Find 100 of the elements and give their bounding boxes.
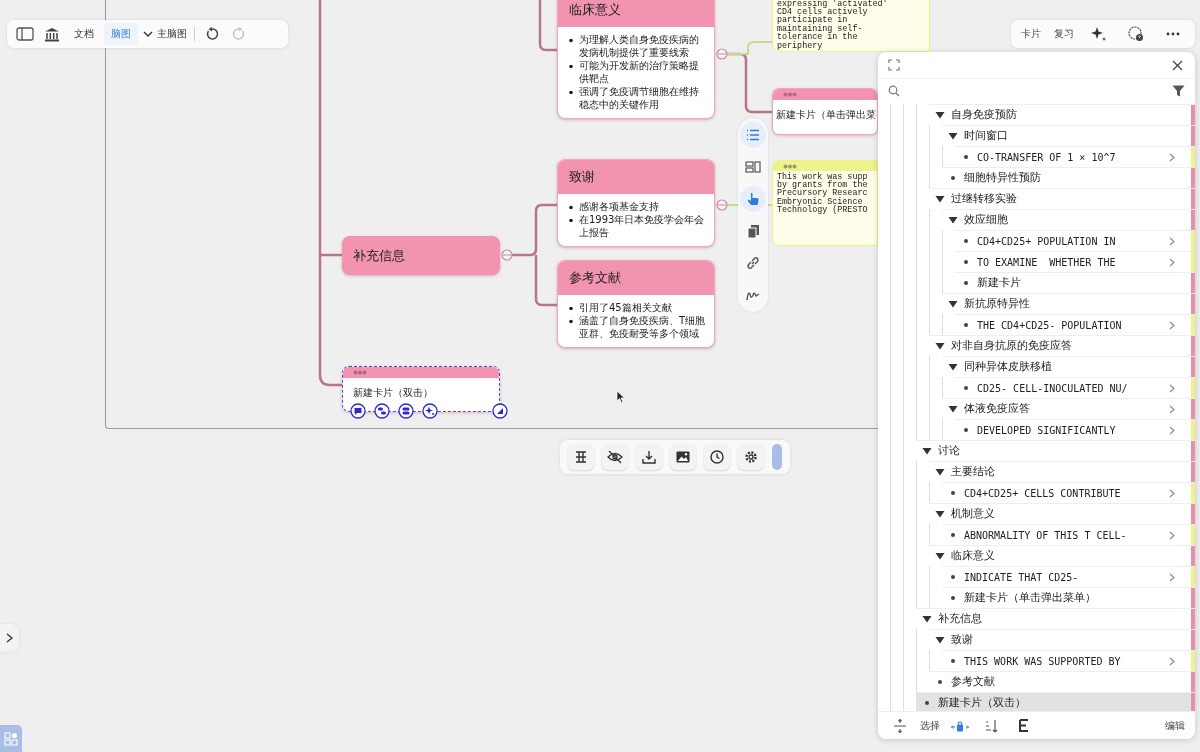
excerpt-card[interactable]: This work was supp by grants from the Precursory Researc Embryonic Science Technology (PRESTO	[772, 160, 878, 246]
note-card[interactable]: 新建卡片（单击弹出菜	[772, 88, 878, 135]
collapse-triangle-icon[interactable]	[922, 447, 932, 455]
outline-row[interactable]: 主要结论	[929, 461, 1195, 482]
divide-icon	[893, 718, 907, 733]
collapse-triangle-icon[interactable]	[948, 363, 958, 371]
chevron-right-icon[interactable]	[1169, 152, 1175, 162]
outline-row[interactable]: 新抗原特异性	[942, 293, 1195, 314]
settings-button[interactable]	[738, 444, 764, 470]
note-card[interactable]: 新建卡片（双击）	[342, 366, 500, 412]
resize-icon[interactable]	[492, 403, 508, 419]
collapse-triangle-icon[interactable]	[948, 405, 958, 413]
collapse-triangle-icon[interactable]	[922, 615, 932, 623]
chevron-right-icon[interactable]	[1169, 236, 1175, 246]
view-tab[interactable]: 脑图	[104, 23, 138, 45]
chevron-right-icon[interactable]	[1169, 572, 1175, 582]
layout-button[interactable]	[568, 444, 594, 470]
outline-row[interactable]: 新建卡片（单击弹出菜单）	[942, 587, 1195, 608]
outline-row[interactable]: DEVELOPED SIGNIFICANTLY	[955, 419, 1195, 440]
expand-sidebar-button[interactable]	[0, 624, 19, 652]
view-tab[interactable]: 文档	[67, 23, 101, 45]
outline-row[interactable]: 致谢	[929, 629, 1195, 650]
dots-icon	[783, 163, 797, 169]
hide-button[interactable]	[602, 444, 628, 470]
card-text: 新建卡片（单击弹出菜	[775, 108, 877, 122]
collapse-triangle-icon[interactable]	[948, 132, 958, 140]
chevron-right-icon[interactable]	[1169, 383, 1175, 393]
map-dropdown[interactable]: 主脑图	[141, 27, 189, 41]
toolbar-button[interactable]: 卡片	[1021, 27, 1041, 41]
outline-row[interactable]: CD4+CD25+ CELLS CONTRIBUTE	[942, 482, 1195, 503]
chevron-right-icon[interactable]	[1169, 530, 1175, 540]
collapse-triangle-icon[interactable]	[935, 510, 945, 518]
bullet-icon	[948, 489, 958, 497]
collapse-triangle-icon[interactable]	[935, 636, 945, 644]
hand-pointer-icon	[746, 192, 760, 206]
outline-label: DEVELOPED SIGNIFICANTLY	[977, 424, 1117, 436]
outline-row[interactable]: INDICATE THAT CD25-	[942, 566, 1195, 587]
connect-icon[interactable]	[374, 403, 390, 419]
edit-button[interactable]: 编辑	[1165, 718, 1185, 733]
outline-row[interactable]: 新建卡片（双击）	[916, 692, 1195, 711]
download-button[interactable]	[636, 444, 662, 470]
excerpt-card[interactable]: expressing 'activated' CD4 cells actively participate in maintaining self- tolerance in the periphery	[772, 0, 930, 52]
chevron-right-icon[interactable]	[1169, 404, 1175, 414]
history-button[interactable]	[704, 444, 730, 470]
outline-row[interactable]: 效应细胞	[942, 209, 1195, 230]
select-button[interactable]: 选择	[920, 718, 940, 733]
topic-card[interactable]: 致谢 感谢各项基金支持 在1993年日本免疫学会年会上报告	[557, 159, 715, 247]
bullet-icon	[948, 573, 958, 581]
sparkle-icon[interactable]	[422, 403, 438, 419]
sort-icon	[985, 718, 999, 733]
topic-card[interactable]: 临床意义 为理解人类自身免疫疾病的发病机制提供了重要线索 可能为开发新的治疗策略提供靶点 强调了免疫调节细胞在维持稳态中的关键作用	[557, 0, 715, 119]
outline-row[interactable]: TO EXAMINE WHETHER THE	[955, 251, 1195, 272]
comment-icon[interactable]	[350, 403, 366, 419]
tool-button[interactable]	[740, 122, 766, 148]
outline-row[interactable]: CD4+CD25+ POPULATION IN	[955, 230, 1195, 251]
topic-card[interactable]: 参考文献 引用了45篇相关文献 涵盖了自身免疫疾病、T细胞亚群、免疫耐受等多个领域	[557, 260, 715, 348]
outline-row[interactable]: 机制意义	[929, 503, 1195, 524]
outline-row[interactable]: CO-TRANSFER OF 1 × 10^7	[955, 146, 1195, 167]
image-button[interactable]	[670, 444, 696, 470]
outline-row[interactable]: 临床意义	[929, 545, 1195, 566]
collapse-triangle-icon[interactable]	[935, 342, 945, 350]
toolbar-button[interactable]: 复习	[1054, 27, 1074, 41]
outline-row[interactable]: 新建卡片	[955, 272, 1195, 293]
collapse-triangle-icon[interactable]	[935, 111, 945, 119]
outline-row[interactable]: 补充信息	[916, 608, 1195, 629]
outline-row[interactable]: CD25- CELL-INOCULATED NU/	[955, 377, 1195, 398]
collapse-triangle-icon[interactable]	[948, 216, 958, 224]
outline-row[interactable]: 体液免疫应答	[942, 398, 1195, 419]
chevron-right-icon[interactable]	[1169, 320, 1175, 330]
bullet-text: 在1993年日本免疫学会年会上报告	[579, 213, 706, 239]
outline-row[interactable]: 讨论	[916, 440, 1195, 461]
outline-label: THIS WORK WAS SUPPORTED BY	[964, 655, 1122, 667]
card-title: 参考文献	[569, 269, 621, 287]
topic-node[interactable]: 补充信息	[342, 236, 500, 275]
outline-row[interactable]: 过继转移实验	[929, 188, 1195, 209]
outline-row[interactable]: 参考文献	[929, 671, 1195, 692]
chevron-right-icon[interactable]	[1169, 488, 1175, 498]
collapse-triangle-icon[interactable]	[935, 552, 945, 560]
collapse-triangle-icon[interactable]	[948, 300, 958, 308]
outline-row[interactable]: 同种异体皮肤移植	[942, 356, 1195, 377]
chevron-right-icon[interactable]	[1169, 656, 1175, 666]
chevron-right-icon[interactable]	[1169, 257, 1175, 267]
tool-button[interactable]	[740, 186, 766, 212]
outline-row[interactable]: 细胞特异性预防	[942, 167, 1195, 188]
outline-label: CO-TRANSFER OF 1 × 10^7	[977, 151, 1117, 163]
chevron-right-icon[interactable]	[1169, 425, 1175, 435]
filter-icon[interactable]	[1172, 85, 1185, 97]
stack-icon[interactable]	[398, 403, 414, 419]
outline-row[interactable]: 时间窗口	[942, 125, 1195, 146]
outline-row[interactable]: 对非自身抗原的免疫应答	[929, 335, 1195, 356]
search-icon[interactable]	[888, 85, 900, 97]
outline-row[interactable]: THIS WORK WAS SUPPORTED BY	[942, 650, 1195, 671]
pointer-cursor-icon	[616, 390, 626, 404]
drag-handle[interactable]	[772, 444, 782, 470]
outline-row[interactable]: 自身免疫预防	[929, 104, 1195, 125]
collapse-triangle-icon[interactable]	[935, 468, 945, 476]
collapse-triangle-icon[interactable]	[935, 195, 945, 203]
outline-row[interactable]: THE CD4+CD25- POPULATION	[955, 314, 1195, 335]
outline-row[interactable]: ABNORMALITY OF THIS T CELL-	[942, 524, 1195, 545]
connector-line	[538, 0, 557, 52]
